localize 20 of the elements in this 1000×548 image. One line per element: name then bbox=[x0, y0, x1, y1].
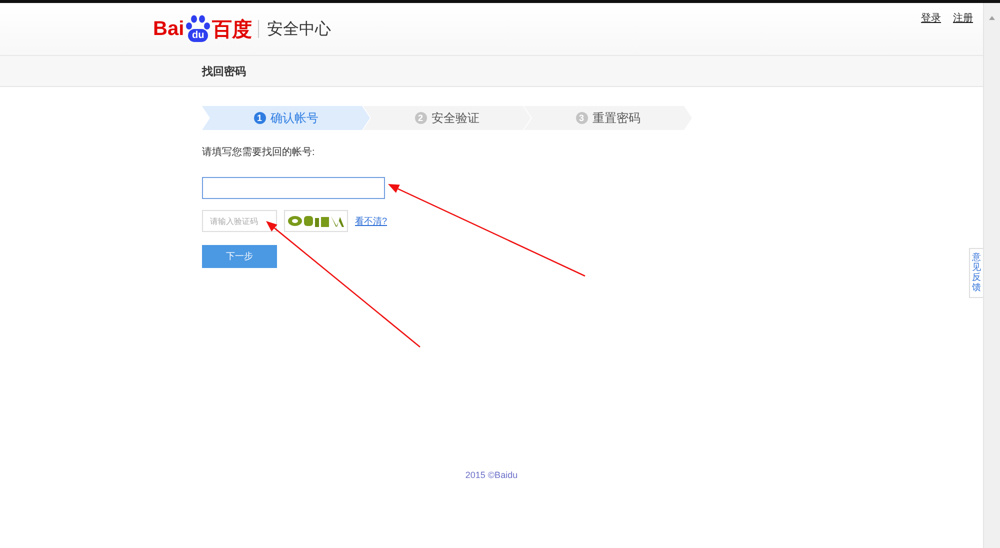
header-title: 安全中心 bbox=[267, 20, 332, 40]
paw-icon bbox=[185, 15, 212, 31]
header-link[interactable]: 注册 bbox=[953, 11, 973, 25]
step-number: 2 bbox=[414, 112, 426, 124]
field-prompt: 请填写您需要找回的帐号: bbox=[202, 146, 316, 159]
baidu-logo: Bai du 百度 bbox=[153, 15, 252, 43]
step-label: 确认帐号 bbox=[270, 110, 318, 126]
header-link[interactable]: 登录 bbox=[921, 11, 941, 25]
next-step-button[interactable]: 下一步 bbox=[202, 245, 277, 268]
page-title: 找回密码 bbox=[202, 64, 246, 78]
scroll-up-icon[interactable] bbox=[988, 15, 996, 21]
refresh-captcha-link[interactable]: 看不清? bbox=[355, 214, 388, 228]
copyright-text: 2015 ©Baidu bbox=[465, 470, 518, 480]
account-input-field[interactable] bbox=[202, 177, 385, 199]
feedback-tab[interactable]: 意见反馈 bbox=[969, 248, 983, 298]
captcha-input-field[interactable]: 请输入验证码 bbox=[202, 210, 277, 232]
step-number: 3 bbox=[576, 112, 588, 124]
step-label: 安全验证 bbox=[432, 110, 480, 126]
step-label: 重置密码 bbox=[592, 110, 640, 126]
step-number: 1 bbox=[254, 112, 266, 124]
